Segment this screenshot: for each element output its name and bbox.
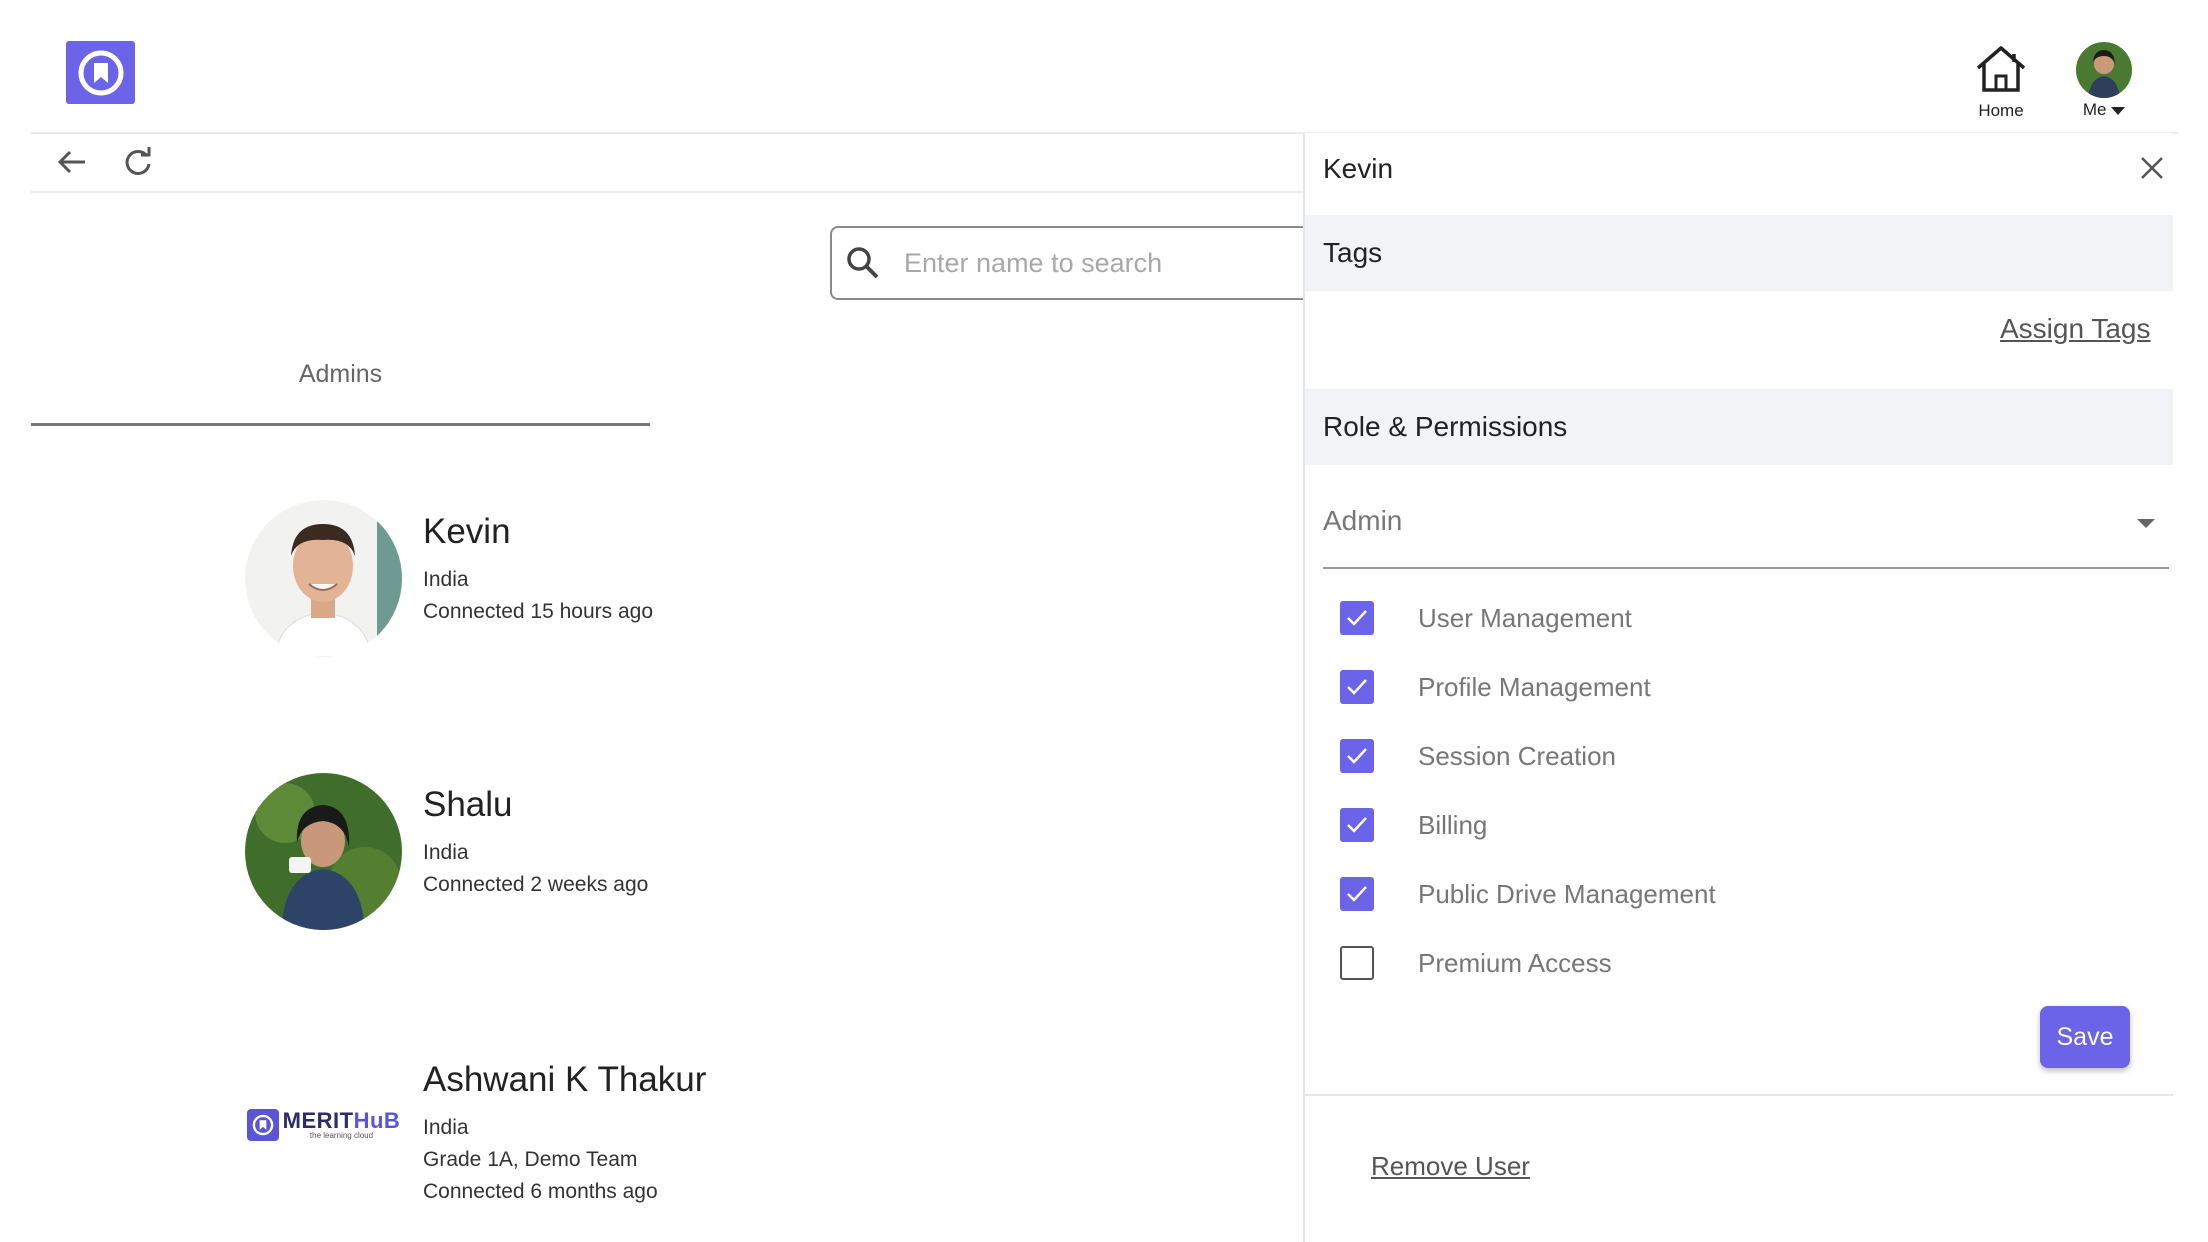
user-country: India <box>423 1116 469 1139</box>
permission-label: Session Creation <box>1418 740 1616 771</box>
home-label: Home <box>1978 101 2024 120</box>
tab-admins-label: Admins <box>298 360 383 388</box>
checkbox-unchecked-icon[interactable] <box>1340 946 1374 980</box>
permission-public-drive-management[interactable]: Public Drive Management <box>1340 874 1716 914</box>
checkbox-checked-icon[interactable] <box>1340 808 1374 842</box>
permission-label: Premium Access <box>1418 947 1612 978</box>
role-section-heading: Role & Permissions <box>1305 389 2173 465</box>
bookmark-logo-icon <box>78 50 123 95</box>
permission-label: Profile Management <box>1418 671 1651 702</box>
checkbox-checked-icon[interactable] <box>1340 670 1374 704</box>
search-icon <box>847 247 879 279</box>
checkbox-checked-icon[interactable] <box>1340 877 1374 911</box>
avatar: MERITHuB the learning cloud <box>245 1046 402 1203</box>
user-info: Ashwani K Thakur India Grade 1A, Demo Te… <box>423 1060 706 1208</box>
save-button[interactable]: Save <box>2040 1006 2130 1068</box>
role-select[interactable]: Admin <box>1323 483 2169 569</box>
permission-label: User Management <box>1418 602 1632 633</box>
refresh-icon <box>125 147 151 175</box>
home-nav-button[interactable]: Home <box>1965 44 2037 121</box>
user-name: Shalu <box>423 785 513 824</box>
app-logo[interactable] <box>66 41 135 104</box>
me-label: Me <box>2068 100 2140 120</box>
tags-section-heading: Tags <box>1305 215 2173 291</box>
user-info: Shalu India Connected 2 weeks ago <box>423 785 648 901</box>
caret-down-icon <box>2111 107 2126 115</box>
home-icon <box>1976 46 2026 92</box>
tab-admins[interactable]: Admins <box>31 360 650 426</box>
toolbar-divider <box>31 191 1303 193</box>
list-item[interactable]: MERITHuB the learning cloud Ashwani K Th… <box>245 1046 905 1206</box>
permission-premium-access[interactable]: Premium Access <box>1340 943 1612 983</box>
back-button[interactable] <box>52 142 92 182</box>
panel-title: Kevin <box>1323 153 1394 184</box>
user-country: India <box>423 841 469 864</box>
user-status: Connected 6 months ago <box>423 1180 658 1203</box>
refresh-button[interactable] <box>118 142 158 182</box>
search-input[interactable] <box>904 247 1284 279</box>
assign-tags-link[interactable]: Assign Tags <box>2000 313 2150 345</box>
permission-label: Billing <box>1418 809 1488 840</box>
permission-label: Public Drive Management <box>1418 878 1716 909</box>
merithub-logo: MERITHuB the learning cloud <box>246 1108 401 1141</box>
checkbox-checked-icon[interactable] <box>1340 601 1374 635</box>
user-country: India <box>423 568 469 591</box>
avatar <box>245 500 402 657</box>
permission-billing[interactable]: Billing <box>1340 805 1487 845</box>
remove-user-link[interactable]: Remove User <box>1371 1151 1530 1182</box>
profile-menu-button[interactable]: Me <box>2068 42 2140 120</box>
list-item[interactable]: Kevin India Connected 15 hours ago <box>245 500 905 660</box>
user-detail-panel: Kevin Tags Assign Tags Role & Permission… <box>1303 133 2173 1242</box>
my-avatar <box>2076 42 2132 98</box>
list-item[interactable]: Shalu India Connected 2 weeks ago <box>245 773 905 933</box>
close-icon <box>2141 157 2163 179</box>
chevron-down-icon <box>2137 519 2155 528</box>
user-info: Kevin India Connected 15 hours ago <box>423 512 653 628</box>
user-status: Connected 15 hours ago <box>423 600 654 623</box>
panel-divider <box>1305 1094 2173 1096</box>
user-status: Connected 2 weeks ago <box>423 873 649 896</box>
user-name: Ashwani K Thakur <box>423 1060 707 1099</box>
user-name: Kevin <box>423 512 511 551</box>
role-select-value: Admin <box>1323 505 1403 536</box>
close-panel-button[interactable] <box>2135 151 2169 185</box>
permission-session-creation[interactable]: Session Creation <box>1340 736 1616 776</box>
bookmark-logo-icon <box>252 1114 273 1135</box>
checkbox-checked-icon[interactable] <box>1340 739 1374 773</box>
avatar <box>245 773 402 930</box>
permission-user-management[interactable]: User Management <box>1340 598 1632 638</box>
user-groups: Grade 1A, Demo Team <box>423 1148 638 1171</box>
search-box[interactable] <box>830 226 1310 300</box>
permission-profile-management[interactable]: Profile Management <box>1340 667 1651 707</box>
arrow-left-icon <box>57 150 85 174</box>
